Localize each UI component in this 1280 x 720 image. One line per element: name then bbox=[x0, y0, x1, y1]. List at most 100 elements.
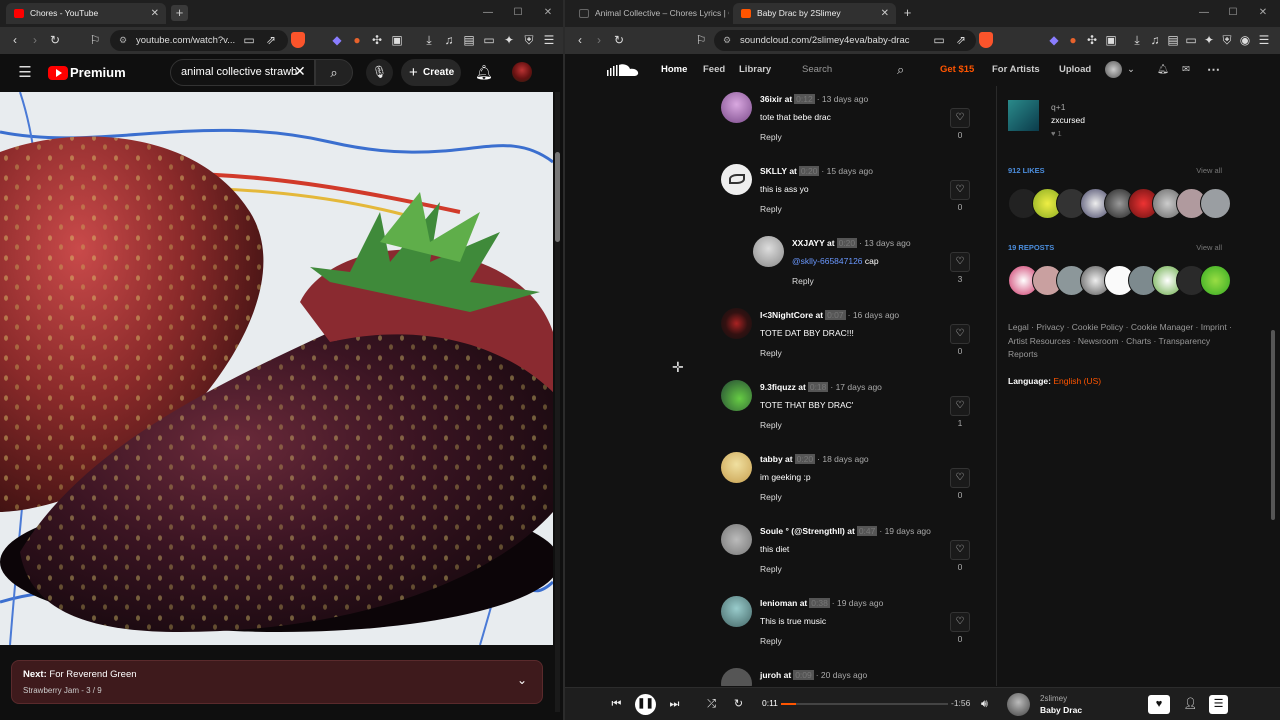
nav-feed[interactable]: Feed bbox=[703, 54, 725, 86]
media-icon[interactable]: ♫ bbox=[440, 32, 458, 50]
brave-shields-icon[interactable] bbox=[979, 32, 993, 48]
search-button[interactable]: ⌕ bbox=[315, 59, 353, 86]
brave-shields-icon[interactable] bbox=[291, 32, 305, 48]
now-playing-artwork[interactable] bbox=[1007, 693, 1030, 716]
get-offer-link[interactable]: Get $15 bbox=[940, 54, 974, 86]
upload-link[interactable]: Upload bbox=[1059, 54, 1091, 86]
repeat-icon[interactable]: ↻ bbox=[729, 695, 748, 714]
clear-search-icon[interactable]: ✕ bbox=[294, 63, 306, 80]
now-playing-artist[interactable]: 2slimey bbox=[1040, 694, 1067, 703]
profile-icon[interactable]: ◉ bbox=[1236, 32, 1254, 50]
comment-username[interactable]: Soule ° (@Strengthll) bbox=[760, 526, 845, 536]
avatar[interactable] bbox=[721, 164, 752, 195]
scrollbar-thumb[interactable] bbox=[555, 152, 560, 242]
premium-brand-label[interactable]: Premium bbox=[70, 65, 126, 80]
avatar[interactable] bbox=[512, 62, 532, 82]
close-tab-icon[interactable]: ✕ bbox=[881, 3, 889, 24]
reply-button[interactable]: Reply bbox=[760, 204, 782, 214]
media-icon[interactable]: ♫ bbox=[1146, 32, 1164, 50]
reply-button[interactable]: Reply bbox=[760, 492, 782, 502]
back-icon[interactable]: ‹ bbox=[571, 32, 589, 50]
reload-icon[interactable]: ↻ bbox=[46, 32, 64, 50]
forward-icon[interactable]: › bbox=[26, 32, 44, 50]
nav-home[interactable]: Home bbox=[661, 54, 687, 86]
heart-icon[interactable]: ♡ bbox=[950, 468, 970, 488]
language-selector[interactable]: Language: English (US) bbox=[1008, 376, 1101, 386]
comment-username[interactable]: tabby bbox=[760, 454, 783, 464]
page-scrollbar[interactable] bbox=[555, 92, 560, 712]
up-next-card[interactable]: Next: For Reverend Green Strawberry Jam … bbox=[11, 660, 543, 704]
extensions-puzzle-icon[interactable]: ✣ bbox=[368, 32, 386, 50]
bookmark-icon[interactable]: ⚐ bbox=[86, 32, 104, 50]
more-options-icon[interactable]: ⋯ bbox=[1207, 54, 1220, 86]
comment-username[interactable]: 9.3fiquzz bbox=[760, 382, 796, 392]
volume-icon[interactable]: 🔊︎ bbox=[975, 695, 994, 714]
avatar[interactable] bbox=[721, 596, 752, 627]
page-scrollbar[interactable] bbox=[1271, 330, 1275, 520]
voice-search-icon[interactable]: 🎙 bbox=[366, 59, 393, 86]
previous-track-icon[interactable]: ⏮ bbox=[607, 695, 626, 714]
extensions-puzzle-icon[interactable]: ✣ bbox=[1083, 32, 1101, 50]
bookmark-icon[interactable]: ⚐ bbox=[692, 32, 710, 50]
comment-username[interactable]: lenioman bbox=[760, 598, 797, 608]
tab-genius[interactable]: Animal Collective – Chores Lyrics | Ge bbox=[571, 3, 729, 24]
now-playing-title[interactable]: Baby Drac bbox=[1040, 705, 1082, 715]
reply-button[interactable]: Reply bbox=[760, 132, 782, 142]
cast-icon[interactable]: ▭ bbox=[240, 32, 258, 50]
heart-icon[interactable]: ♡ bbox=[950, 612, 970, 632]
timestamp-link[interactable]: 0:47 bbox=[856, 526, 878, 536]
leo-ai-icon[interactable]: ✦ bbox=[500, 32, 518, 50]
cast-icon[interactable]: ▭ bbox=[930, 32, 948, 50]
avatar[interactable] bbox=[721, 452, 752, 483]
heart-icon[interactable]: ♡ bbox=[950, 180, 970, 200]
mention-link[interactable]: @sklly-665847126 bbox=[792, 256, 863, 266]
related-track-artist[interactable]: zxcursed bbox=[1051, 115, 1085, 125]
comment-username[interactable]: juroh bbox=[760, 670, 781, 680]
wallet-icon[interactable]: ▭ bbox=[1182, 32, 1200, 50]
site-info-icon[interactable]: ⚙ bbox=[119, 30, 127, 51]
comment-username[interactable]: XXJAYY bbox=[792, 238, 825, 248]
sidebar-icon[interactable]: ▤ bbox=[1164, 32, 1182, 50]
progress-bar[interactable] bbox=[781, 703, 948, 705]
timestamp-link[interactable]: 0:20 bbox=[798, 166, 820, 176]
timestamp-link[interactable]: 0:20 bbox=[794, 454, 816, 464]
hamburger-menu-icon[interactable]: ☰ bbox=[16, 64, 34, 82]
avatar[interactable] bbox=[1200, 188, 1231, 219]
view-all-likes-link[interactable]: View all bbox=[1196, 166, 1222, 175]
soundcloud-logo-icon[interactable] bbox=[607, 62, 641, 78]
close-window-icon[interactable]: ✕ bbox=[1248, 0, 1278, 27]
youtube-logo-icon[interactable] bbox=[48, 66, 68, 80]
comment-username[interactable]: I<3NightCore bbox=[760, 310, 813, 320]
vpn-icon[interactable]: ⛨ bbox=[1218, 32, 1236, 50]
heart-icon[interactable]: ♡ bbox=[950, 252, 970, 272]
extension-icon[interactable]: ◆ bbox=[328, 32, 346, 50]
follow-artist-icon[interactable]: 👤︎ bbox=[1181, 695, 1200, 714]
timestamp-link[interactable]: 0:07 bbox=[825, 310, 846, 320]
timestamp-link[interactable]: 0:20 bbox=[836, 238, 858, 248]
share-icon[interactable]: ⇗ bbox=[952, 32, 970, 50]
avatar[interactable] bbox=[721, 668, 752, 686]
video-player[interactable] bbox=[0, 92, 553, 645]
reply-button[interactable]: Reply bbox=[760, 636, 782, 646]
extension-2-icon[interactable]: ● bbox=[1064, 32, 1082, 50]
comment-username[interactable]: SKLLY bbox=[760, 166, 787, 176]
next-track-icon[interactable]: ⏭ bbox=[665, 695, 684, 714]
extension-2-icon[interactable]: ● bbox=[348, 32, 366, 50]
heart-icon[interactable]: ♡ bbox=[950, 540, 970, 560]
reply-button[interactable]: Reply bbox=[792, 276, 814, 286]
reposts-title[interactable]: 19 REPOSTS bbox=[1008, 243, 1054, 252]
new-tab-button[interactable]: + bbox=[899, 5, 916, 21]
timestamp-link[interactable]: 0:18 bbox=[807, 382, 829, 392]
avatar[interactable] bbox=[1200, 265, 1231, 296]
minimize-icon[interactable]: — bbox=[473, 0, 503, 27]
pause-button[interactable]: ❚❚ bbox=[635, 694, 656, 715]
heart-icon[interactable]: ♡ bbox=[950, 396, 970, 416]
forward-icon[interactable]: › bbox=[590, 32, 608, 50]
messages-icon[interactable]: ✉ bbox=[1182, 54, 1190, 86]
create-button[interactable]: + Create bbox=[401, 59, 461, 86]
chevron-down-icon[interactable]: ⌄ bbox=[1127, 54, 1135, 86]
vpn-icon[interactable]: ⛨ bbox=[520, 32, 538, 50]
heart-icon[interactable]: ♡ bbox=[950, 108, 970, 128]
chevron-down-icon[interactable]: ⌄ bbox=[517, 673, 527, 687]
view-all-reposts-link[interactable]: View all bbox=[1196, 243, 1222, 252]
